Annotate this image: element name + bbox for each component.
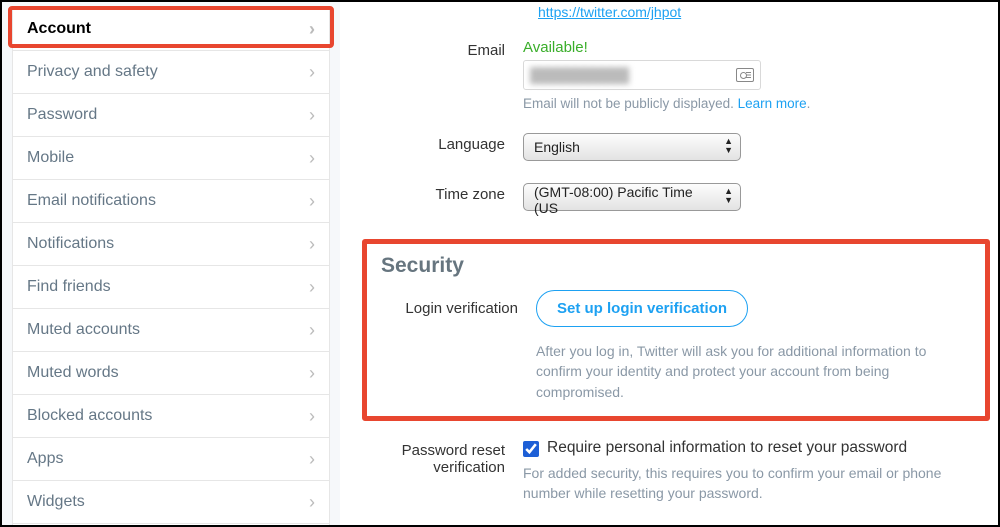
settings-sidebar: Account › Privacy and safety › Password … [2, 2, 340, 525]
password-reset-desc: For added security, this requires you to… [523, 463, 984, 504]
sidebar-item-label: Email notifications [27, 192, 156, 210]
chevron-right-icon: › [309, 278, 315, 296]
timezone-label: Time zone [368, 183, 523, 203]
sidebar-item-blocked-accounts[interactable]: Blocked accounts › [13, 395, 329, 438]
security-section: Security Login verification Set up login… [362, 239, 990, 421]
sidebar-item-notifications[interactable]: Notifications › [13, 223, 329, 266]
chevron-right-icon: › [309, 493, 315, 511]
language-label: Language [368, 133, 523, 153]
chevron-right-icon: › [309, 321, 315, 339]
chevron-right-icon: › [309, 20, 315, 38]
setup-login-verification-button[interactable]: Set up login verification [536, 290, 748, 327]
sidebar-item-apps[interactable]: Apps › [13, 438, 329, 481]
login-verification-desc: After you log in, Twitter will ask you f… [536, 341, 971, 402]
email-helper: Email will not be publicly displayed. Le… [523, 96, 984, 111]
sidebar-item-label: Muted accounts [27, 321, 140, 339]
timezone-select[interactable]: (GMT-08:00) Pacific Time (US [523, 183, 741, 211]
chevron-right-icon: › [309, 450, 315, 468]
email-status: Available! [523, 39, 984, 56]
password-reset-label: Password resetverification [368, 439, 523, 476]
chevron-right-icon: › [309, 106, 315, 124]
sidebar-item-mobile[interactable]: Mobile › [13, 137, 329, 180]
sidebar-item-label: Muted words [27, 364, 119, 382]
sidebar-item-email-notifications[interactable]: Email notifications › [13, 180, 329, 223]
sidebar-item-muted-words[interactable]: Muted words › [13, 352, 329, 395]
sidebar-item-label: Notifications [27, 235, 114, 253]
sidebar-item-account[interactable]: Account › [13, 8, 329, 51]
email-input[interactable]: ███████████ [523, 60, 761, 90]
email-value-masked: ███████████ [530, 67, 628, 83]
learn-more-link[interactable]: Learn more [738, 96, 807, 111]
sidebar-item-label: Widgets [27, 493, 85, 511]
chevron-right-icon: › [309, 63, 315, 81]
sidebar-item-password[interactable]: Password › [13, 94, 329, 137]
security-heading: Security [381, 254, 971, 278]
chevron-right-icon: › [309, 192, 315, 210]
sidebar-item-label: Blocked accounts [27, 407, 152, 425]
chevron-right-icon: › [309, 364, 315, 382]
sidebar-item-label: Privacy and safety [27, 63, 158, 81]
require-info-checkbox[interactable] [523, 441, 539, 457]
sidebar-item-find-friends[interactable]: Find friends › [13, 266, 329, 309]
sidebar-item-muted-accounts[interactable]: Muted accounts › [13, 309, 329, 352]
email-label: Email [368, 39, 523, 59]
login-verification-label: Login verification [381, 290, 536, 317]
profile-url-link[interactable]: https://twitter.com/jhpot [538, 4, 681, 20]
chevron-right-icon: › [309, 235, 315, 253]
sidebar-item-label: Account [27, 20, 91, 38]
sidebar-item-label: Mobile [27, 149, 74, 167]
sidebar-item-widgets[interactable]: Widgets › [13, 481, 329, 524]
chevron-right-icon: › [309, 407, 315, 425]
chevron-right-icon: › [309, 149, 315, 167]
sidebar-item-label: Apps [27, 450, 63, 468]
sidebar-item-label: Find friends [27, 278, 111, 296]
sidebar-list: Account › Privacy and safety › Password … [12, 7, 330, 527]
require-info-label: Require personal information to reset yo… [547, 439, 907, 457]
contact-card-icon [736, 68, 754, 82]
sidebar-item-privacy[interactable]: Privacy and safety › [13, 51, 329, 94]
sidebar-item-label: Password [27, 106, 97, 124]
language-select[interactable]: English [523, 133, 741, 161]
account-settings-panel: https://twitter.com/jhpot Email Availabl… [340, 2, 998, 525]
